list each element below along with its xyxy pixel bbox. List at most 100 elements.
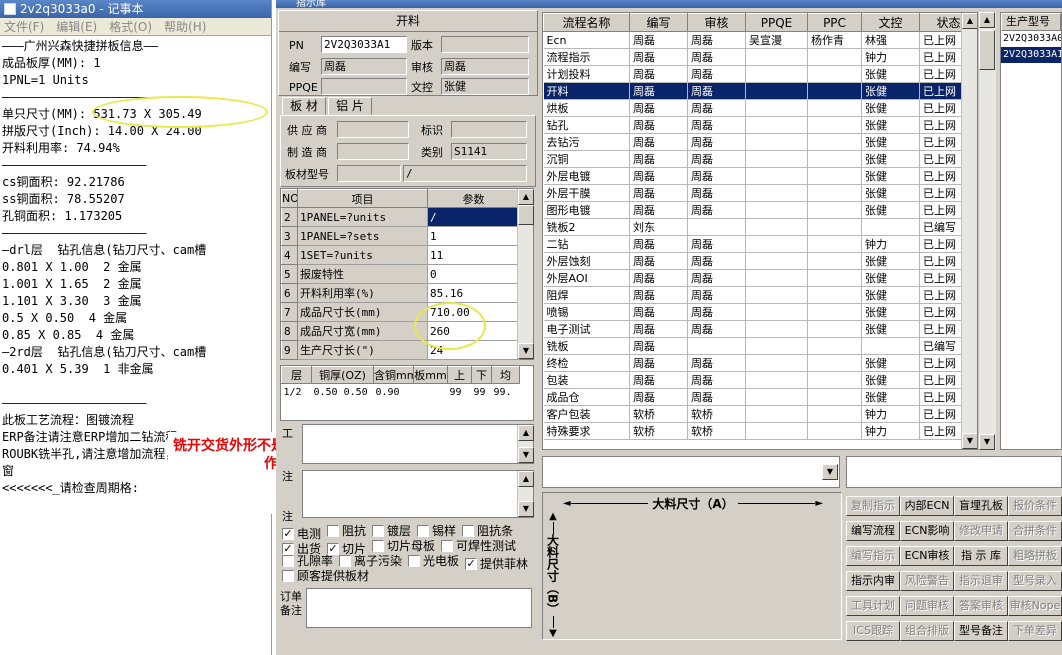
process-cell[interactable]: 软桥	[629, 422, 688, 440]
process-cell[interactable]: 成品仓	[543, 388, 630, 406]
process-cell[interactable]: 周磊	[629, 320, 688, 338]
process-cell[interactable]: 张健	[861, 99, 920, 117]
process-row[interactable]: Ecn 周磊 周磊 吴宣漫 杨作青 林强 已上网	[543, 31, 977, 49]
process-cell[interactable]: 周磊	[687, 167, 746, 185]
editor-field[interactable]: 周磊	[321, 58, 407, 75]
notepad-title-bar[interactable]: 2v2q3033a0 - 记事本	[0, 0, 271, 18]
order-note-area[interactable]	[306, 588, 532, 628]
mark-field[interactable]	[451, 121, 527, 138]
maker-field[interactable]	[337, 143, 409, 160]
process-cell[interactable]: 软桥	[687, 422, 746, 440]
process-cell[interactable]: 客户包装	[543, 405, 630, 423]
action-button[interactable]: 答案审核	[954, 596, 1008, 616]
process-header-ppc[interactable]: PPC	[807, 13, 862, 32]
process-cell[interactable]: 包装	[543, 371, 630, 389]
process-cell[interactable]: 周磊	[629, 269, 688, 287]
process-header-name[interactable]: 流程名称	[543, 13, 630, 32]
process-cell[interactable]: 周磊	[629, 201, 688, 219]
process-cell[interactable]: 铣板	[543, 337, 630, 355]
grid-cell-item[interactable]: 1PANEL=?units	[297, 207, 428, 227]
process-cell[interactable]	[745, 422, 808, 440]
process-cell[interactable]: 周磊	[687, 303, 746, 321]
checkbox-box[interactable]	[339, 554, 352, 567]
process-cell[interactable]: 周磊	[687, 269, 746, 287]
action-button[interactable]: 审核Nope	[1008, 596, 1062, 616]
process-cell[interactable]	[807, 48, 862, 66]
process-row[interactable]: 终检 周磊 周磊 张健 已上网	[543, 354, 977, 372]
process-table-scrollbar[interactable]: ▲ ▼	[961, 13, 977, 449]
process-cell[interactable]: 杨作青	[807, 31, 862, 49]
process-row[interactable]: 钻孔 周磊 周磊 张健 已上网	[543, 116, 977, 134]
process-cell[interactable]: 电子测试	[543, 320, 630, 338]
action-button[interactable]: 工具计划	[846, 596, 900, 616]
process-cell[interactable]	[807, 82, 862, 100]
process-cell[interactable]: 周磊	[687, 31, 746, 49]
checkbox-box[interactable]	[408, 554, 421, 567]
menu-edit[interactable]: 编辑(E)	[56, 18, 97, 35]
process-cell[interactable]: 张健	[861, 167, 920, 185]
process-cell[interactable]	[807, 235, 862, 253]
process-row[interactable]: 客户包装 软桥 软桥 钟力 已上网	[543, 405, 977, 423]
process-cell[interactable]: 周磊	[629, 303, 688, 321]
process-cell[interactable]: 周磊	[687, 48, 746, 66]
process-cell[interactable]: 张健	[861, 184, 920, 202]
process-cell[interactable]: 周磊	[629, 31, 688, 49]
grid-cell-no[interactable]: 6	[281, 283, 298, 303]
checkbox-box[interactable]	[441, 539, 454, 552]
action-button[interactable]: 指示退审	[954, 571, 1008, 591]
search-field[interactable]	[846, 456, 1062, 488]
process-row[interactable]: 阻焊 周磊 周磊 张健 已上网	[543, 286, 977, 304]
process-cell[interactable]: 周磊	[687, 371, 746, 389]
process-cell[interactable]	[807, 269, 862, 287]
grid-cell-item[interactable]: 1PANEL=?sets	[297, 226, 428, 246]
process-cell[interactable]: 周磊	[629, 388, 688, 406]
process-cell[interactable]: 钟力	[861, 48, 920, 66]
process-cell[interactable]: 周磊	[687, 82, 746, 100]
process-cell[interactable]	[745, 82, 808, 100]
category-field[interactable]: S1141	[451, 143, 527, 160]
process-cell[interactable]: 周磊	[629, 48, 688, 66]
grid-cell-no[interactable]: 9	[281, 340, 298, 360]
process-row[interactable]: 去钻污 周磊 周磊 张健 已上网	[543, 133, 977, 151]
grid-row[interactable]: 4 1SET=?units 11	[281, 245, 520, 265]
grid-row[interactable]: 5 报废特性 0	[281, 264, 520, 284]
process-cell[interactable]: 张健	[861, 371, 920, 389]
layer-cell[interactable]: 0.50 0.50	[312, 384, 374, 402]
process-row[interactable]: 铣板2 刘东 已编写	[543, 218, 977, 236]
process-cell[interactable]: 张健	[861, 201, 920, 219]
layer-cell[interactable]: 99	[472, 384, 492, 402]
process-row[interactable]: 外层AOI 周磊 周磊 张健 已上网	[543, 269, 977, 287]
checkbox-box[interactable]	[282, 569, 294, 582]
grid-row[interactable]: 3 1PANEL=?sets 1	[281, 226, 520, 246]
action-button[interactable]: 指 示 库	[954, 546, 1008, 566]
process-cell[interactable]	[745, 303, 808, 321]
grid-cell-item[interactable]: 生产尺寸长(")	[297, 340, 428, 360]
process-cell[interactable]	[807, 116, 862, 134]
grid-cell-no[interactable]: 7	[281, 302, 298, 322]
process-cell[interactable]: 周磊	[687, 184, 746, 202]
action-button[interactable]: 报价条件	[1008, 496, 1062, 516]
checkbox[interactable]: 光电板	[408, 552, 459, 569]
grid-row[interactable]: 2 1PANEL=?units /	[281, 207, 520, 227]
scroll-down-icon[interactable]: ▼	[518, 343, 534, 359]
process-cell[interactable]	[745, 354, 808, 372]
process-cell[interactable]	[745, 116, 808, 134]
process-cell[interactable]	[745, 252, 808, 270]
process-cell[interactable]	[807, 354, 862, 372]
process-cell[interactable]: 铣板2	[543, 218, 630, 236]
grid-cell-item[interactable]: 报废特性	[297, 264, 428, 284]
process-cell[interactable]: 外层蚀刻	[543, 252, 630, 270]
process-cell[interactable]: 周磊	[629, 371, 688, 389]
checkbox-box[interactable]	[372, 539, 385, 552]
process-cell[interactable]	[745, 201, 808, 219]
process-cell[interactable]	[745, 218, 808, 236]
reviewer-field[interactable]: 周磊	[441, 58, 529, 75]
process-cell[interactable]	[807, 286, 862, 304]
note-scrollbar-1[interactable]: ▲ ▼	[517, 471, 534, 517]
process-cell[interactable]: 钟力	[861, 405, 920, 423]
layer-cell[interactable]: 1/2	[282, 384, 312, 402]
menu-file[interactable]: 文件(F)	[4, 18, 44, 35]
process-cell[interactable]	[745, 150, 808, 168]
process-cell[interactable]: 周磊	[687, 201, 746, 219]
process-cell[interactable]	[745, 269, 808, 287]
